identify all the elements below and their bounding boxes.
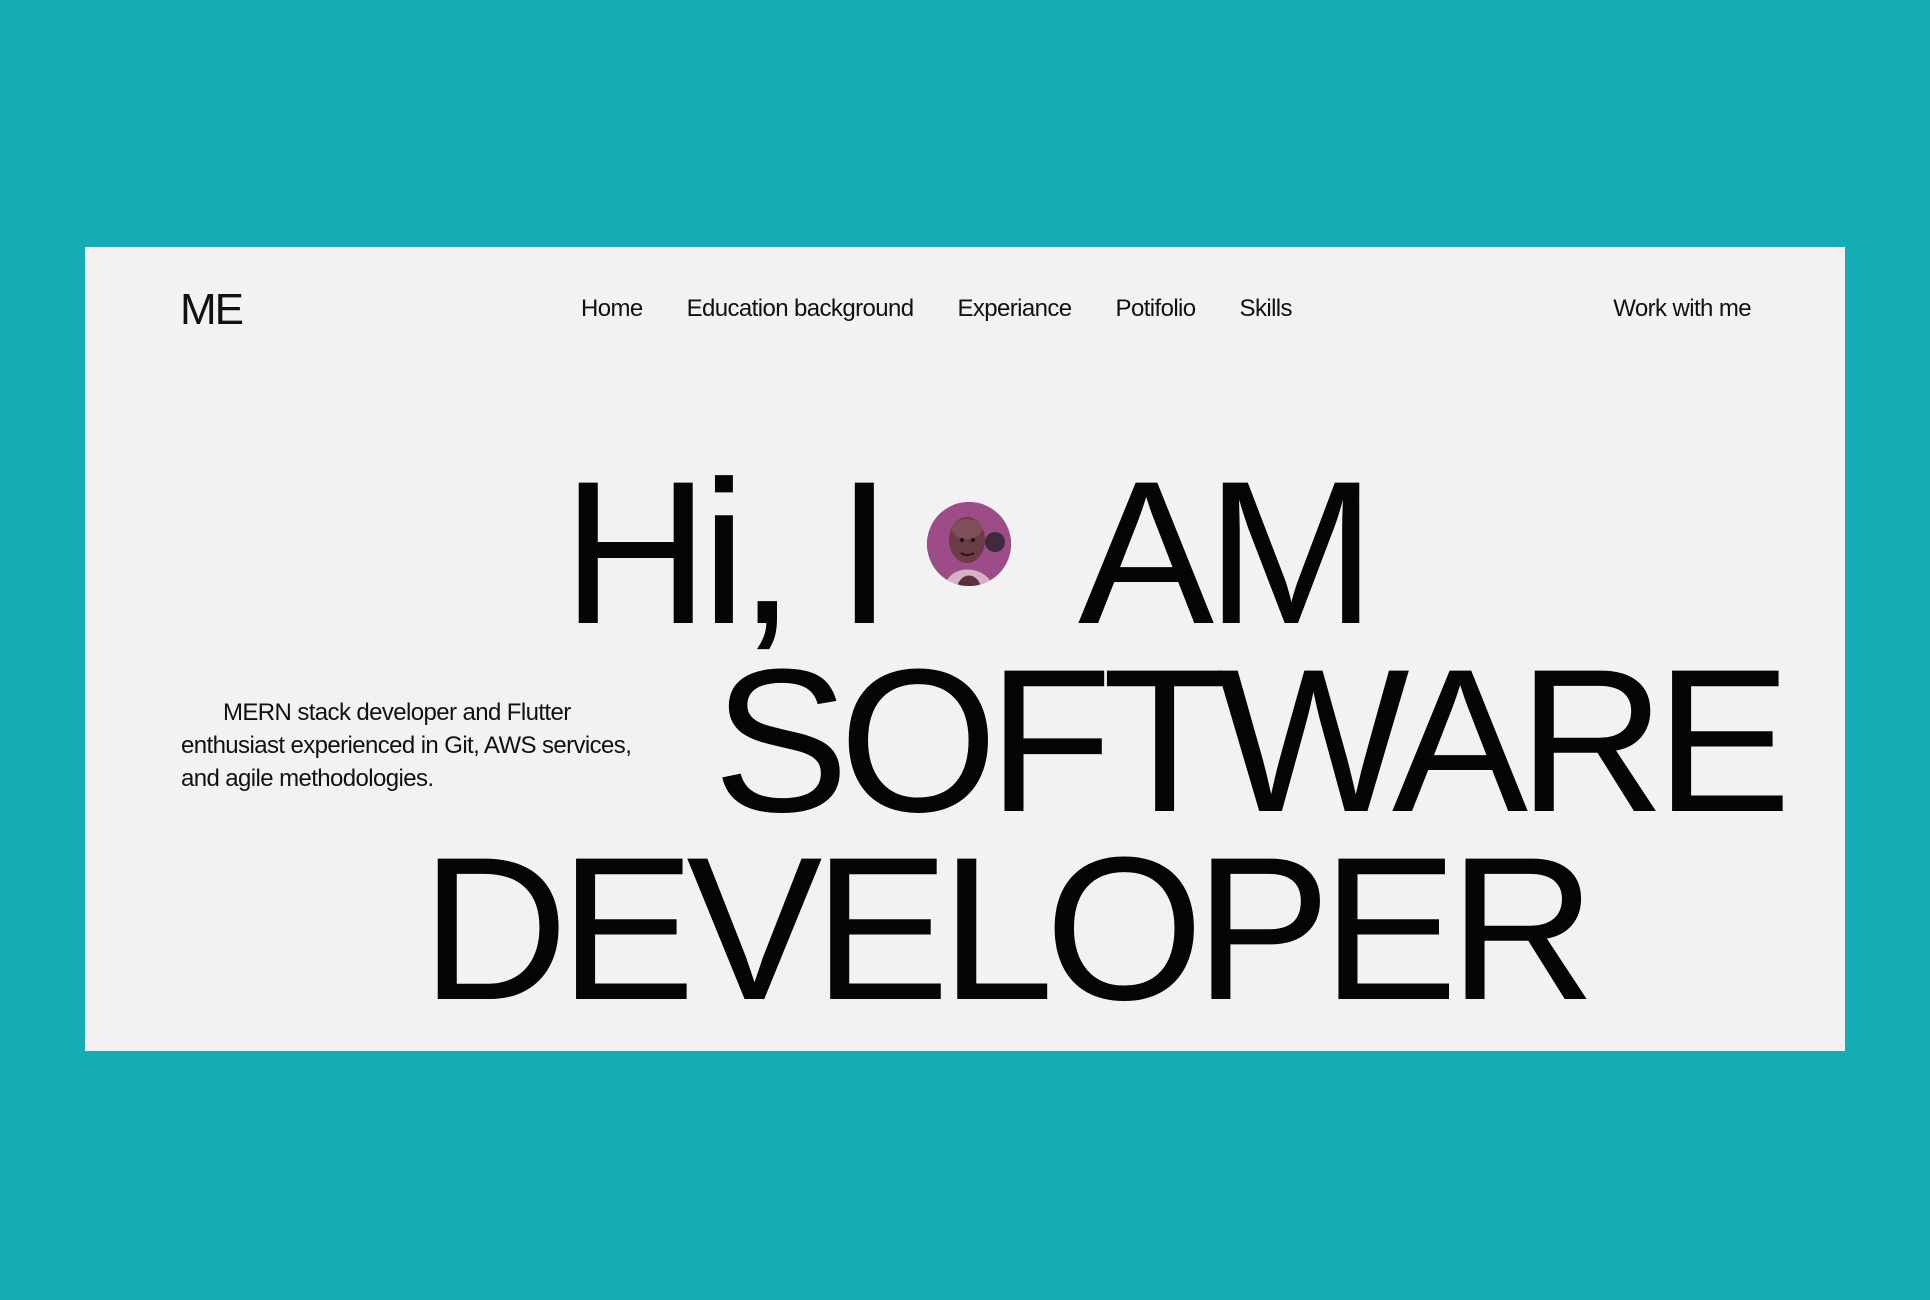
hero-heading-hi-i: Hi, I	[562, 439, 893, 667]
nav-item-education-background[interactable]: Education background	[687, 295, 914, 323]
hero-card: ME Home Education background Experiance …	[85, 247, 1845, 1051]
main-nav: Home Education background Experiance Pot…	[581, 295, 1293, 323]
profile-avatar	[927, 502, 1011, 586]
hero-heading-am: AM	[1078, 439, 1376, 667]
intro-text: MERN stack developer and Flutter enthusi…	[181, 699, 632, 792]
work-with-me-link[interactable]: Work with me	[1613, 295, 1751, 323]
nav-item-home[interactable]: Home	[581, 295, 643, 323]
nav-item-portfolio[interactable]: Potifolio	[1116, 295, 1197, 323]
profile-photo-icon	[927, 502, 1011, 586]
hero-heading-developer: DEVELOPER	[421, 815, 1596, 1043]
nav-item-experience[interactable]: Experiance	[957, 295, 1072, 323]
site-logo[interactable]: ME	[180, 285, 244, 335]
nav-item-skills[interactable]: Skills	[1240, 295, 1293, 323]
hero-heading-software: SOFTWARE	[713, 627, 1791, 855]
